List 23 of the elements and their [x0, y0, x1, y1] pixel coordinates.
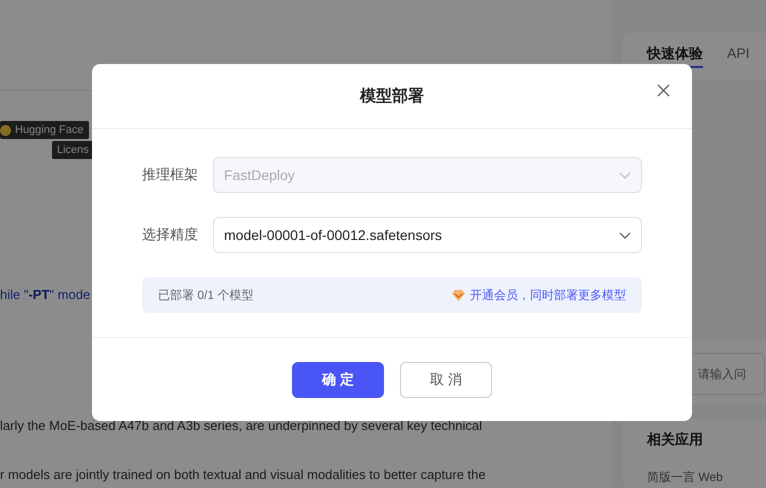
- confirm-button[interactable]: 确 定: [292, 362, 384, 398]
- close-icon[interactable]: [657, 84, 670, 97]
- field-label: 推理框架: [142, 166, 198, 184]
- select-value: model-00001-of-00012.safetensors: [224, 227, 442, 243]
- dialog-title: 模型部署: [360, 86, 424, 106]
- select-value: FastDeploy: [224, 167, 295, 183]
- caret-icon: [619, 232, 631, 238]
- badge-label: Hugging Face: [15, 123, 84, 137]
- tab[interactable]: API: [727, 45, 750, 68]
- app-item[interactable]: 简版一言 Web: [647, 469, 766, 486]
- paragraph: larly the MoE-based A47b and A3b series, are underpinned by several key technical: [0, 418, 482, 433]
- paragraph: r models are jointly trained on both textual and visual modalities to better capture the: [0, 467, 486, 482]
- caret-icon: [619, 172, 631, 178]
- link-text[interactable]: hile "-PT" mode: [0, 287, 90, 302]
- cancel-button[interactable]: 取 消: [400, 362, 492, 398]
- section-title: 相关应用: [647, 431, 704, 449]
- upgrade-link[interactable]: 开通会员，同时部署更多模型: [470, 286, 626, 304]
- quota-text: 已部署 0/1 个模型: [158, 286, 254, 304]
- badge[interactable]: Hugging Face: [0, 121, 88, 139]
- field-label: 选择精度: [142, 226, 198, 244]
- diamond-icon: [451, 288, 466, 302]
- select-field[interactable]: model-00001-of-00012.safetensors: [213, 217, 642, 253]
- badge[interactable]: Licens: [52, 141, 94, 159]
